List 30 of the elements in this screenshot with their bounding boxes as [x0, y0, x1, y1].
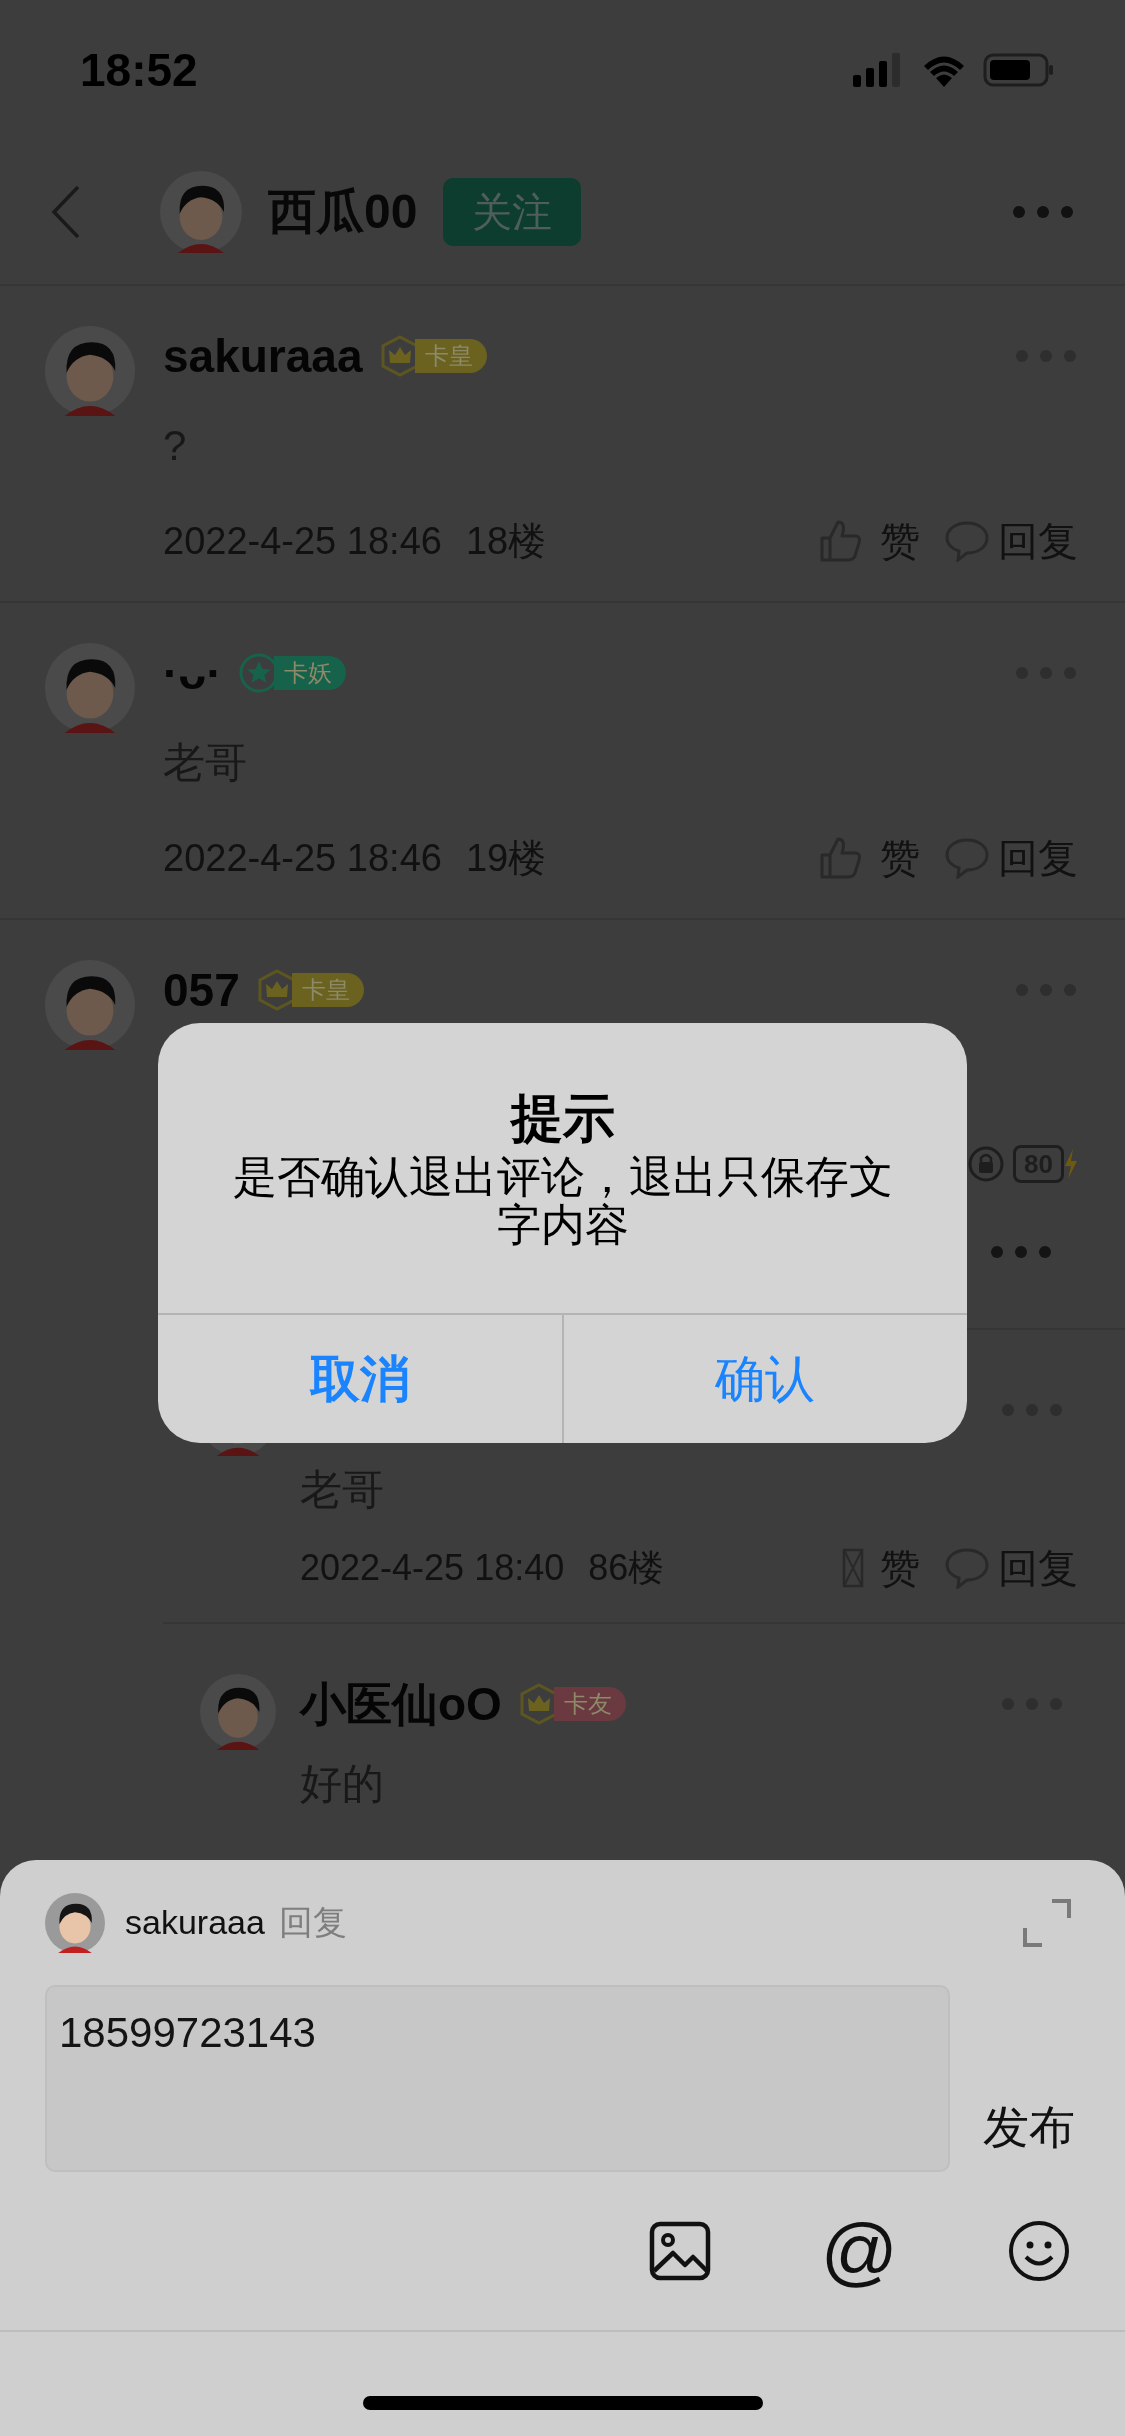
lock-icon [967, 1145, 1006, 1183]
user-name: 小医仙oO [300, 1676, 502, 1732]
post-button[interactable]: 发布 [983, 2093, 1075, 2172]
badge-label: 卡友 [553, 1687, 626, 1721]
cancel-button[interactable]: 取消 [158, 1313, 562, 1443]
image-icon[interactable] [648, 2221, 711, 2281]
badge-label: 卡皇 [414, 339, 487, 373]
more-icon[interactable] [989, 1244, 1053, 1260]
lightning-icon [1064, 1149, 1078, 1179]
mention-button[interactable]: @ [820, 2213, 898, 2289]
back-icon[interactable] [50, 184, 82, 240]
expand-icon[interactable] [1022, 1897, 1072, 1948]
user-name: sakuraaa [125, 1902, 265, 1943]
dialog-message: 是否确认退出评论，退出只保存文字内容 [231, 1153, 894, 1250]
reply-label: 回复 [278, 1902, 347, 1943]
badge-label: 卡皇 [291, 973, 364, 1007]
avatar[interactable] [45, 1892, 105, 1953]
user-name: sakuraaa [163, 328, 363, 384]
comment-input[interactable]: 18599723143 [45, 1985, 950, 2172]
battery-icon [983, 53, 1055, 87]
dialog-title: 提示 [510, 1087, 615, 1149]
user-name: 057 [163, 962, 240, 1018]
status-time: 18:52 [80, 42, 198, 98]
comment-text: ? [163, 421, 188, 471]
follow-button[interactable]: 关注 [443, 178, 582, 246]
more-icon[interactable] [1011, 204, 1075, 220]
confirm-button[interactable]: 确认 [561, 1313, 967, 1443]
user-name: ·ᴗ· [163, 645, 222, 701]
badge-label: 卡妖 [273, 656, 346, 690]
smiley-icon[interactable] [1008, 2220, 1070, 2282]
